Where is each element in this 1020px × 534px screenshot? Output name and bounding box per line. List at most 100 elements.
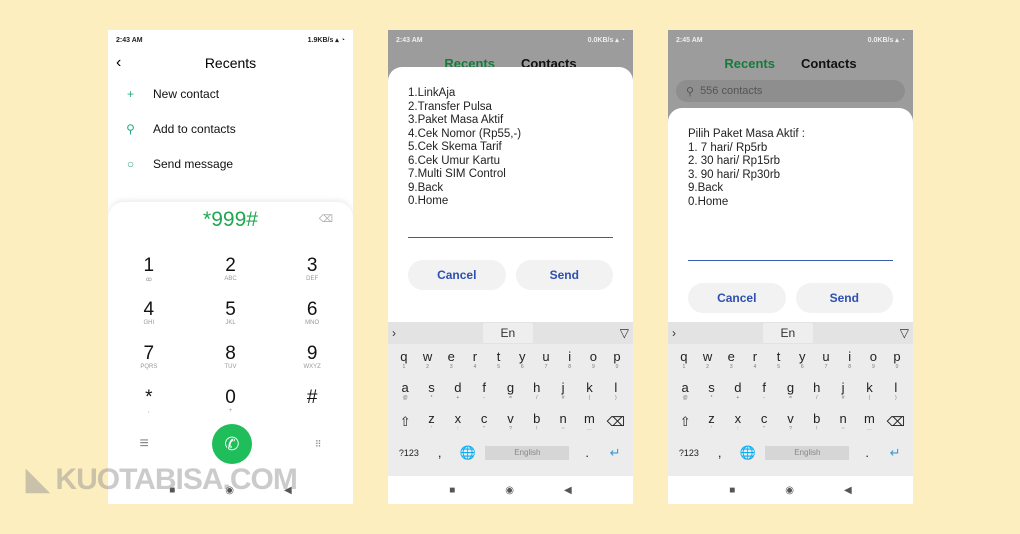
- menu-item[interactable]: + New contact: [108, 76, 353, 111]
- dial-key[interactable]: 9 WXYZ: [271, 344, 353, 378]
- key-l[interactable]: l): [606, 380, 626, 401]
- collapse-icon[interactable]: ▽: [620, 326, 629, 340]
- recents-icon[interactable]: ■: [729, 485, 735, 496]
- comma-key[interactable]: ,: [430, 445, 450, 460]
- dial-key[interactable]: 0 +: [190, 388, 272, 422]
- menu-icon[interactable]: ≡: [140, 435, 149, 453]
- home-icon[interactable]: ◉: [785, 485, 794, 496]
- key-x[interactable]: x:: [448, 411, 468, 432]
- menu-item[interactable]: ○ Send message: [108, 146, 353, 181]
- dial-key[interactable]: #: [271, 388, 353, 422]
- key-j[interactable]: j #: [833, 380, 853, 401]
- key-o[interactable]: o9: [863, 349, 883, 370]
- search-input[interactable]: ⚲ 556 contacts: [676, 80, 905, 102]
- dial-key[interactable]: *,: [108, 388, 190, 422]
- expand-icon[interactable]: ›: [392, 326, 396, 340]
- enter-key[interactable]: ↵: [605, 445, 625, 461]
- expand-icon[interactable]: ›: [672, 326, 676, 340]
- home-icon[interactable]: ◉: [505, 485, 514, 496]
- key-h[interactable]: h /: [527, 380, 547, 401]
- call-button[interactable]: ✆: [211, 424, 252, 464]
- dial-key[interactable]: 4 GHI: [108, 300, 190, 334]
- key-p[interactable]: p0: [887, 349, 907, 370]
- space-bar[interactable]: English: [765, 445, 850, 460]
- key-e[interactable]: e3: [441, 349, 461, 370]
- key-a[interactable]: a @: [675, 380, 695, 401]
- ussd-reply-input[interactable]: [688, 241, 893, 261]
- recents-icon[interactable]: ■: [449, 485, 455, 496]
- dial-key[interactable]: 8 TUV: [190, 344, 272, 378]
- dial-key[interactable]: 5 JKL: [190, 300, 272, 334]
- backspace-key[interactable]: ⌫: [606, 414, 626, 430]
- key-u[interactable]: u7: [536, 349, 556, 370]
- period-key[interactable]: .: [857, 445, 877, 460]
- send-button[interactable]: Send: [795, 283, 893, 313]
- key-t[interactable]: t5: [769, 349, 789, 370]
- dial-key[interactable]: 7 PQRS: [108, 344, 190, 378]
- key-g[interactable]: g =: [500, 380, 520, 401]
- globe-icon[interactable]: 🌐: [738, 445, 758, 461]
- key-k[interactable]: k(: [579, 380, 599, 401]
- backspace-icon[interactable]: ⌫: [319, 214, 333, 225]
- period-key[interactable]: .: [577, 445, 597, 460]
- dial-key[interactable]: 6 MNO: [271, 300, 353, 334]
- key-e[interactable]: e3: [721, 349, 741, 370]
- key-n[interactable]: n ~: [553, 411, 573, 432]
- key-u[interactable]: u7: [816, 349, 836, 370]
- key-v[interactable]: v?: [780, 411, 800, 432]
- dial-key[interactable]: 2 ABC: [190, 256, 272, 290]
- language-indicator[interactable]: En: [482, 323, 534, 343]
- key-d[interactable]: d +: [728, 380, 748, 401]
- space-bar[interactable]: English: [485, 445, 570, 460]
- globe-icon[interactable]: 🌐: [458, 445, 478, 461]
- key-m[interactable]: m…: [579, 411, 599, 432]
- send-button[interactable]: Send: [515, 260, 613, 290]
- key-b[interactable]: b!: [807, 411, 827, 432]
- collapse-icon[interactable]: ▽: [900, 326, 909, 340]
- key-q[interactable]: q1: [394, 349, 414, 370]
- key-n[interactable]: n ~: [833, 411, 853, 432]
- key-i[interactable]: i8: [560, 349, 580, 370]
- key-i[interactable]: i8: [840, 349, 860, 370]
- key-b[interactable]: b!: [527, 411, 547, 432]
- key-m[interactable]: m…: [859, 411, 879, 432]
- key-l[interactable]: l): [886, 380, 906, 401]
- cancel-button[interactable]: Cancel: [688, 283, 786, 313]
- key-c[interactable]: c ": [754, 411, 774, 432]
- key-j[interactable]: j #: [553, 380, 573, 401]
- cancel-button[interactable]: Cancel: [408, 260, 506, 290]
- key-z[interactable]: z ': [421, 411, 441, 432]
- dialpad-icon[interactable]: ⠿: [315, 439, 322, 450]
- key-a[interactable]: a @: [395, 380, 415, 401]
- key-r[interactable]: r4: [465, 349, 485, 370]
- shift-key[interactable]: ⇧: [395, 414, 415, 430]
- key-g[interactable]: g =: [780, 380, 800, 401]
- dial-key[interactable]: 1ꝏ: [108, 256, 190, 290]
- dial-key[interactable]: 3 DEF: [271, 256, 353, 290]
- key-d[interactable]: d +: [448, 380, 468, 401]
- back-nav-icon[interactable]: ◀: [844, 485, 852, 496]
- key-x[interactable]: x:: [728, 411, 748, 432]
- back-nav-icon[interactable]: ◀: [564, 485, 572, 496]
- symbols-key[interactable]: ?123: [676, 448, 702, 458]
- tab-contacts[interactable]: Contacts: [801, 56, 857, 71]
- shift-key[interactable]: ⇧: [675, 414, 695, 430]
- menu-item[interactable]: ⚲ Add to contacts: [108, 111, 353, 146]
- key-q[interactable]: q1: [674, 349, 694, 370]
- language-indicator[interactable]: En: [762, 323, 814, 343]
- key-c[interactable]: c ": [474, 411, 494, 432]
- key-w[interactable]: w2: [698, 349, 718, 370]
- tab-recents[interactable]: Recents: [724, 56, 775, 71]
- key-k[interactable]: k(: [859, 380, 879, 401]
- key-w[interactable]: w2: [418, 349, 438, 370]
- key-p[interactable]: p0: [607, 349, 627, 370]
- key-y[interactable]: y6: [792, 349, 812, 370]
- comma-key[interactable]: ,: [710, 445, 730, 460]
- enter-key[interactable]: ↵: [885, 445, 905, 461]
- key-v[interactable]: v?: [500, 411, 520, 432]
- ussd-reply-input[interactable]: [408, 218, 613, 238]
- backspace-key[interactable]: ⌫: [886, 414, 906, 430]
- key-o[interactable]: o9: [583, 349, 603, 370]
- key-z[interactable]: z ': [701, 411, 721, 432]
- key-y[interactable]: y6: [512, 349, 532, 370]
